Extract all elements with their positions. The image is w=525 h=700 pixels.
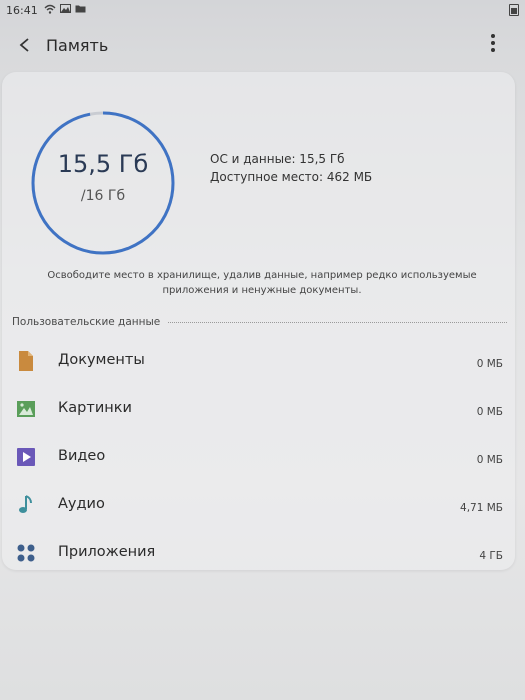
available-space-label: Доступное место: 462 МБ (210, 170, 373, 184)
list-item-audio[interactable]: Аудио 4,71 МБ (2, 482, 515, 530)
used-storage-value: 15,5 Гб (57, 150, 149, 178)
free-space-hint: Освободите место в хранилище, удалив дан… (32, 268, 492, 298)
back-button[interactable] (10, 30, 40, 60)
item-name: Аудио (58, 496, 105, 512)
document-icon (16, 350, 36, 372)
storage-card: 15,5 Гб /16 Гб ОС и данные: 15,5 Гб Дост… (2, 72, 515, 570)
user-data-list: Документы 0 МБ Картинки 0 МБ Видео 0 МБ (2, 338, 515, 578)
storage-ring: 15,5 Гб /16 Гб (28, 108, 178, 258)
gallery-notification-icon (59, 4, 71, 16)
section-title: Пользовательские данные (12, 316, 161, 328)
total-storage-value: /16 Гб (80, 188, 126, 204)
page-title: Память (46, 35, 109, 55)
video-icon (16, 446, 36, 468)
item-name: Видео (58, 448, 106, 464)
chevron-left-icon (19, 38, 29, 52)
list-item-video[interactable]: Видео 0 МБ (2, 434, 515, 482)
section-divider (168, 321, 507, 323)
item-name: Приложения (58, 544, 156, 560)
section-header-user-data: Пользовательские данные (12, 315, 507, 329)
storage-ring-arc (31, 111, 175, 255)
more-options-button[interactable] (481, 28, 505, 58)
image-icon (16, 398, 36, 420)
list-item-apps[interactable]: Приложения 4 ГБ (2, 530, 515, 578)
apps-grid-icon (16, 542, 36, 564)
list-item-images[interactable]: Картинки 0 МБ (2, 386, 515, 434)
item-name: Картинки (58, 400, 132, 416)
music-note-icon (16, 494, 36, 516)
wifi-icon (44, 4, 56, 17)
item-size: 0 МБ (476, 358, 503, 370)
hint-line-1: Освободите место в хранилище, удалив дан… (47, 270, 477, 281)
status-bar: 16:41 (0, 0, 525, 20)
item-size: 4,71 МБ (460, 502, 503, 514)
item-size: 0 МБ (476, 406, 503, 418)
hint-line-2: приложения и ненужные документы. (162, 285, 362, 296)
folder-notification-icon (75, 4, 86, 16)
item-name: Документы (58, 352, 145, 368)
app-bar: Память (0, 22, 525, 68)
storage-info: ОС и данные: 15,5 Гб Доступное место: 46… (210, 150, 372, 186)
item-size: 4 ГБ (479, 550, 503, 562)
os-data-label: ОС и данные: 15,5 Гб (210, 152, 345, 166)
more-vert-icon (491, 34, 495, 38)
status-time: 16:41 (6, 3, 38, 17)
screen: 16:41 Память 15,5 Гб /16 Гб ОС и данные:… (0, 0, 525, 700)
item-size: 0 МБ (476, 454, 503, 466)
battery-icon (509, 4, 519, 16)
list-item-documents[interactable]: Документы 0 МБ (2, 338, 515, 386)
